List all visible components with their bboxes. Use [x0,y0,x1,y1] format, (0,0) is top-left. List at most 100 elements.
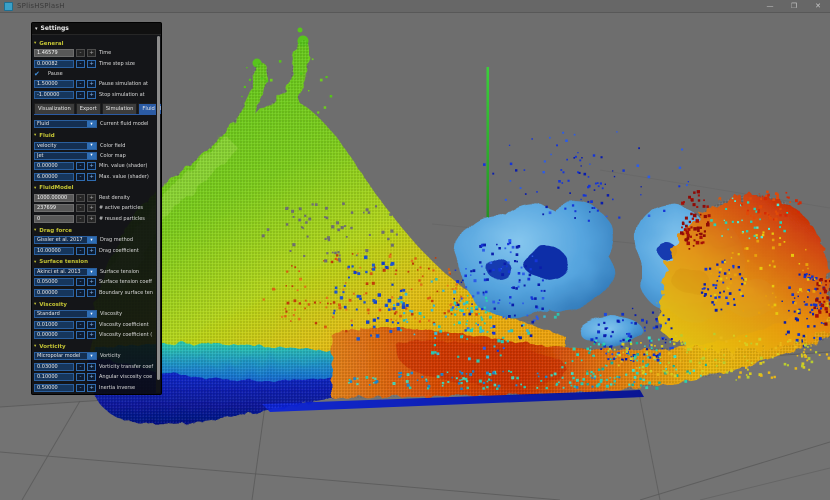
setting-label: Viscosity coefficient ( [99,332,156,338]
section-header-vorticity[interactable]: ▾Vorticity [34,342,156,351]
tab-simulation[interactable]: Simulation [102,103,138,114]
value-field-stop-simulation-at[interactable]: -1.00000 [34,91,74,99]
dropdown-vorticity[interactable]: Micropolar model▾ [34,352,97,360]
decrement-button[interactable]: - [76,321,85,329]
restore-button[interactable]: ❐ [782,0,806,12]
tab-visualization[interactable]: Visualization [34,103,75,114]
increment-button[interactable]: + [87,331,96,339]
setting-row-max-value-shader: 6.00000-+Max. value (shader) [34,172,156,182]
setting-row-vorticity-transfer-coef: 0.03000-+Vorticity transfer coef [34,362,156,372]
setting-row-boundary-surface-ten: 0.00000-+Boundary surface ten [34,288,156,298]
section-header-drag-force[interactable]: ▾Drag force [34,226,156,235]
emitter-line [487,67,490,229]
scrollbar-thumb[interactable] [157,36,160,380]
increment-button[interactable]: + [87,363,96,371]
close-button[interactable]: ✕ [806,0,830,12]
collapse-triangle-icon: ▾ [35,26,38,32]
app-icon [4,2,13,11]
viewport-3d[interactable]: ▾ Settings ▾ General 1.46579-+Time0.0008… [0,0,830,500]
section-header-surface-tension[interactable]: ▾Surface tension [34,258,156,267]
value-field-viscosity-coefficient[interactable]: 0.00000 [34,331,74,339]
dropdown-viscosity[interactable]: Standard▾ [34,310,97,318]
increment-button[interactable]: + [87,80,96,88]
increment-button[interactable]: + [87,321,96,329]
value-field-time-step-size[interactable]: 0.00082 [34,60,74,68]
decrement-button[interactable]: - [76,194,85,202]
settings-panel-header[interactable]: ▾ Settings [32,23,161,35]
increment-button[interactable]: + [87,289,96,297]
section-header-general[interactable]: ▾ General [34,39,156,48]
value-field-inertia-inverse[interactable]: 0.50000 [34,384,74,392]
setting-row-angular-viscosity-coe: 0.10000-+Angular viscosity coe [34,372,156,382]
increment-button[interactable]: + [87,247,96,255]
decrement-button[interactable]: - [76,49,85,57]
setting-label: Drag method [100,237,156,243]
decrement-button[interactable]: - [76,91,85,99]
panel-scrollbar[interactable] [156,35,160,393]
setting-label: Surface tension [100,269,156,275]
setting-row-viscosity-coefficient: 0.00000-+Viscosity coefficient ( [34,330,156,340]
app-window: ▾ Settings ▾ General 1.46579-+Time0.0008… [0,0,830,500]
dropdown-color-field[interactable]: velocity▾ [34,142,97,150]
dropdown-value: Akinci et al. 2013 [37,269,81,275]
decrement-button[interactable]: - [76,204,85,212]
increment-button[interactable]: + [87,278,96,286]
increment-button[interactable]: + [87,162,96,170]
setting-label: Color field [100,143,156,149]
increment-button[interactable]: + [87,384,96,392]
setting-row-drag-coefficient: 10.00000-+Drag coefficient [34,245,156,255]
decrement-button[interactable]: - [76,215,85,223]
setting-label: Angular viscosity coe [99,374,156,380]
dropdown-value: Fluid [37,121,49,127]
setting-label: # active particles [99,205,156,211]
value-field-viscosity-coefficient[interactable]: 0.01000 [34,321,74,329]
pause-checkbox[interactable]: ✔ [34,70,42,78]
tab-export[interactable]: Export [76,103,101,114]
decrement-button[interactable]: - [76,289,85,297]
value-field-time[interactable]: 1.46579 [34,49,74,57]
setting-row-drag-method: Gissler et al. 2017▾Drag method [34,235,156,245]
increment-button[interactable]: + [87,215,96,223]
decrement-button[interactable]: - [76,363,85,371]
value-field-reused-particles[interactable]: 0 [34,215,74,223]
decrement-button[interactable]: - [76,384,85,392]
section-header-fluid[interactable]: ▾Fluid [34,131,156,140]
value-field-rest-density[interactable]: 1000.00000 [34,194,74,202]
chevron-down-icon: ▾ [87,153,96,159]
value-field-max-value-shader[interactable]: 6.00000 [34,173,74,181]
increment-button[interactable]: + [87,194,96,202]
increment-button[interactable]: + [87,91,96,99]
dropdown-color-map[interactable]: Jet▾ [34,152,97,160]
value-field-surface-tension-coeff[interactable]: 0.05000 [34,278,74,286]
value-field-angular-viscosity-coe[interactable]: 0.10000 [34,373,74,381]
increment-button[interactable]: + [87,373,96,381]
dropdown-surface-tension[interactable]: Akinci et al. 2013▾ [34,268,97,276]
decrement-button[interactable]: - [76,278,85,286]
value-field-vorticity-transfer-coef[interactable]: 0.03000 [34,363,74,371]
dropdown-current-fluid-model[interactable]: Fluid▾ [34,120,97,128]
increment-button[interactable]: + [87,60,96,68]
increment-button[interactable]: + [87,173,96,181]
decrement-button[interactable]: - [76,373,85,381]
minimize-button[interactable]: — [758,0,782,12]
dropdown-value: Standard [37,311,60,317]
value-field-drag-coefficient[interactable]: 10.00000 [34,247,74,255]
decrement-button[interactable]: - [76,331,85,339]
value-field-min-value-shader[interactable]: 0.00000 [34,162,74,170]
dropdown-drag-method[interactable]: Gissler et al. 2017▾ [34,236,97,244]
decrement-button[interactable]: - [76,247,85,255]
setting-row-pause: ✔Pause [34,69,156,79]
title-bar: SPlisHSPlasH — ❐ ✕ [0,0,830,13]
decrement-button[interactable]: - [76,162,85,170]
increment-button[interactable]: + [87,204,96,212]
section-header-fluidmodel[interactable]: ▾FluidModel [34,184,156,193]
value-field-active-particles[interactable]: 237699 [34,204,74,212]
dropdown-value: velocity [37,143,57,149]
section-header-viscosity[interactable]: ▾Viscosity [34,300,156,309]
decrement-button[interactable]: - [76,60,85,68]
increment-button[interactable]: + [87,49,96,57]
value-field-boundary-surface-ten[interactable]: 0.00000 [34,289,74,297]
value-field-pause-simulation-at[interactable]: 1.50000 [34,80,74,88]
decrement-button[interactable]: - [76,173,85,181]
decrement-button[interactable]: - [76,80,85,88]
